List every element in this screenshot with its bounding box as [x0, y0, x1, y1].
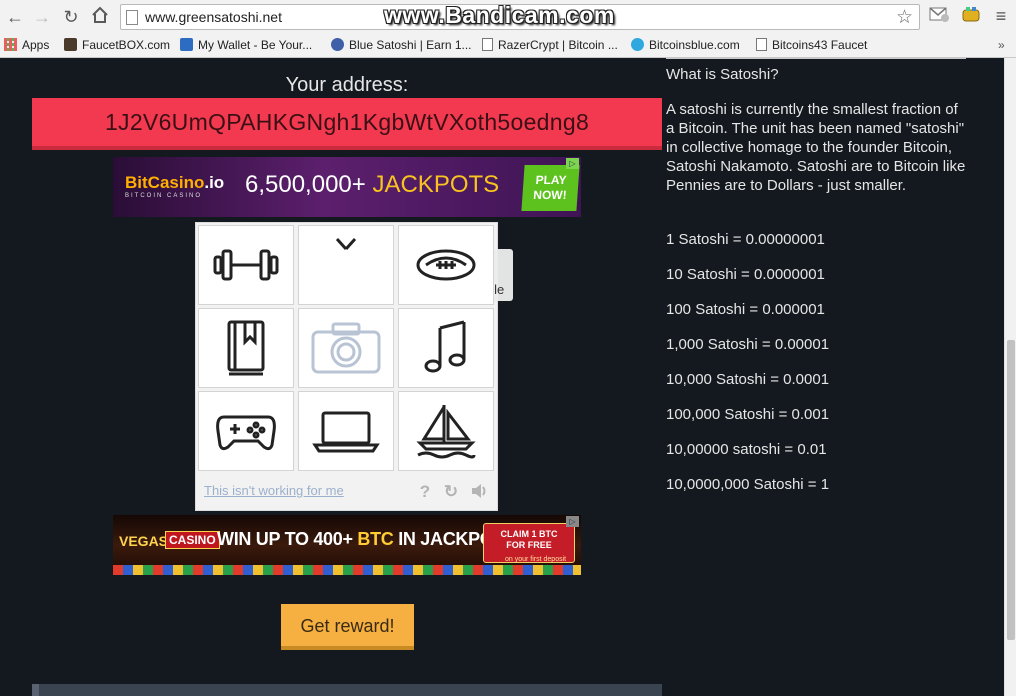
address-display: 1J2V6UmQPAHKGNgh1KgbWtVXoth5oedng8 — [32, 98, 662, 150]
bookmark-bitcoinsblue[interactable]: Bitcoinsblue.com — [631, 37, 740, 53]
ad-brand-logo: BitCasino.io — [125, 173, 224, 193]
bookmark-label: RazerCrypt | Bitcoin ... — [498, 38, 618, 52]
music-note-icon — [424, 320, 466, 373]
book-icon — [227, 320, 265, 376]
url-text: www.greensatoshi.net — [145, 9, 282, 25]
bookmark-label: Apps — [22, 38, 50, 52]
address-label: Your address: — [285, 74, 409, 96]
ad2-headline: WIN UP TO 400+ BTC IN JACKPOTS — [217, 529, 516, 550]
bookmark-bitcoins43[interactable]: Bitcoins43 Faucet — [756, 37, 867, 53]
bookmark-faucetbox[interactable]: FaucetBOX.com — [64, 37, 170, 53]
bookmark-label: Blue Satoshi | Earn 1... — [349, 38, 472, 52]
ad-headline: 6,500,000+ JACKPOTS — [245, 171, 499, 199]
bitcoin-circle-icon — [331, 38, 344, 51]
page-icon — [756, 38, 767, 51]
ad-choices-icon[interactable]: ▷ — [566, 158, 579, 169]
wallet-cube-icon — [180, 38, 193, 51]
captcha-tile-laptop[interactable] — [298, 391, 394, 471]
conversion-row: 10 Satoshi = 0.0000001 — [666, 266, 825, 283]
conversion-row: 1 Satoshi = 0.00000001 — [666, 231, 825, 248]
bitcoinsblue-icon — [631, 38, 644, 51]
captcha-tile-football[interactable] — [398, 225, 494, 305]
sidebar-description: A satoshi is currently the smallest frac… — [666, 101, 966, 194]
ad-headline-number: 6,500,000+ — [245, 171, 366, 198]
apps-grid-icon — [4, 38, 17, 51]
ad-brand-name: BitCasino — [125, 173, 205, 192]
ad-choices-icon[interactable]: ▷ — [566, 516, 579, 527]
ad-brand-suffix: .io — [204, 173, 225, 192]
home-icon[interactable] — [89, 6, 111, 28]
ad2-claim-line1: CLAIM 1 BTC — [500, 529, 558, 539]
ad2-headline-prefix: WIN UP TO 400+ — [217, 529, 353, 549]
ad2-claim-line2: FOR FREE — [506, 540, 552, 550]
bookmark-blue-satoshi[interactable]: Blue Satoshi | Earn 1... — [331, 37, 472, 53]
bookmark-apps[interactable]: Apps — [4, 37, 49, 53]
captcha-tile-music[interactable] — [398, 308, 494, 388]
sidebar-divider — [666, 58, 966, 59]
help-question-icon[interactable]: ? — [416, 483, 434, 501]
conversion-row: 10,00000 satoshi = 0.01 — [666, 441, 827, 458]
bookmark-label: FaucetBOX.com — [82, 38, 171, 52]
bitcasino-ad-banner[interactable]: BitCasino.io BITCOIN CASINO 6,500,000+ J… — [113, 157, 581, 217]
captcha-tile-gamepad[interactable] — [198, 391, 294, 471]
browser-chrome: ← → ↻ www.greensatoshi.net ☆ www.Bandica… — [0, 0, 1016, 58]
football-icon — [416, 249, 476, 281]
captcha-help-link[interactable]: This isn't working for me — [204, 483, 344, 498]
captcha-tile-sailboat[interactable] — [398, 391, 494, 471]
page-icon — [126, 10, 138, 25]
bookmarks-overflow-chevron-icon[interactable]: » — [998, 37, 1005, 53]
scrollbar-thumb[interactable] — [1007, 340, 1015, 640]
ad-play-now-button[interactable]: PLAY NOW! — [521, 165, 580, 211]
recording-watermark: www.Bandicam.com — [384, 2, 615, 28]
conversion-row: 100 Satoshi = 0.000001 — [666, 301, 825, 318]
bottom-panel — [32, 684, 662, 696]
audio-speaker-icon[interactable] — [470, 483, 488, 501]
bookmarks-bar: Apps FaucetBOX.com My Wallet - Be Your..… — [0, 34, 1016, 56]
reload-icon[interactable]: ↻ — [60, 6, 82, 28]
captcha-tile-dumbbell[interactable] — [198, 225, 294, 305]
ad2-casino-label: CASINO — [165, 531, 220, 549]
conversion-row: 100,000 Satoshi = 0.001 — [666, 406, 830, 423]
faucetbox-icon — [64, 38, 77, 51]
refresh-icon[interactable]: ↻ — [442, 483, 460, 501]
sidebar-title: What is Satoshi? — [666, 66, 779, 83]
dumbbell-icon — [213, 249, 279, 281]
bookmark-razercrypt[interactable]: RazerCrypt | Bitcoin ... — [482, 37, 618, 53]
gamepad-icon — [216, 415, 276, 451]
camera-icon — [311, 322, 381, 374]
page-content: Your address: 1J2V6UmQPAHKGNgh1KgbWtVXot… — [0, 58, 1004, 696]
gamepad-extension-icon[interactable] — [960, 6, 982, 26]
page-icon — [482, 38, 493, 51]
gmail-extension-icon[interactable] — [928, 6, 950, 26]
menu-icon[interactable]: ≡ — [990, 6, 1012, 26]
bookmark-star-icon[interactable]: ☆ — [896, 6, 913, 29]
ad2-headline-btc: BTC — [357, 529, 394, 549]
captcha-tile-book[interactable] — [198, 308, 294, 388]
conversion-row: 10,000 Satoshi = 0.0001 — [666, 371, 830, 388]
ad-brand-sub: BITCOIN CASINO — [125, 193, 203, 199]
bookmark-label: My Wallet - Be Your... — [198, 38, 313, 52]
captcha-tile-tv[interactable]: Move your favorite into the middle — [298, 225, 513, 305]
tv-icon — [335, 237, 357, 251]
conversion-row: 1,000 Satoshi = 0.00001 — [666, 336, 830, 353]
captcha-tile-camera[interactable] — [298, 308, 394, 388]
bookmark-label: Bitcoins43 Faucet — [772, 38, 868, 52]
captcha-footer: This isn't working for me ? ↻ — [196, 475, 497, 511]
get-reward-button[interactable]: Get reward! — [281, 604, 414, 650]
browser-toolbar: ← → ↻ www.greensatoshi.net ☆ www.Bandica… — [0, 0, 1016, 34]
laptop-icon — [312, 411, 380, 453]
vegas-casino-ad-banner[interactable]: VEGAS CASINO WIN UP TO 400+ BTC IN JACKP… — [113, 515, 581, 575]
casino-chips-decoration — [113, 565, 581, 575]
captcha-widget: Move your favorite into the middle This … — [195, 222, 513, 511]
forward-arrow-icon[interactable]: → — [31, 6, 53, 28]
ad2-deposit-note: on your first deposit — [505, 556, 567, 563]
conversion-row: 10,0000,000 Satoshi = 1 — [666, 476, 830, 493]
bookmark-my-wallet[interactable]: My Wallet - Be Your... — [180, 37, 312, 53]
ad2-vegas-label: VEGAS — [119, 533, 169, 549]
back-arrow-icon[interactable]: ← — [4, 6, 26, 28]
ad-headline-highlight: JACKPOTS — [372, 171, 500, 198]
bookmark-label: Bitcoinsblue.com — [649, 38, 740, 52]
page-scrollbar[interactable] — [1004, 58, 1016, 696]
sailboat-icon — [416, 405, 476, 459]
